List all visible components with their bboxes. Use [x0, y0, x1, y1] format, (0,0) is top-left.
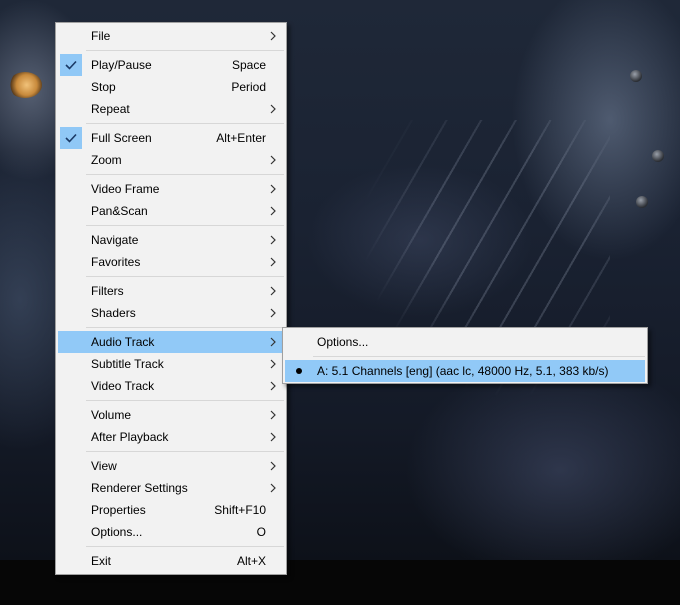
audio-track-submenu: Options... A: 5.1 Channels [eng] (aac lc…: [282, 327, 648, 384]
menu-separator: [86, 225, 284, 226]
audio-track-item[interactable]: A: 5.1 Channels [eng] (aac lc, 48000 Hz,…: [285, 360, 645, 382]
submenu-arrow-icon: [270, 461, 276, 471]
menu-item-navigate[interactable]: Navigate: [58, 229, 284, 251]
audio-options-item[interactable]: Options...: [285, 331, 645, 353]
menu-item-stop[interactable]: Stop Period: [58, 76, 284, 98]
menu-item-label: Navigate: [91, 233, 139, 247]
menu-separator: [86, 451, 284, 452]
menu-item-label: View: [91, 459, 117, 473]
checkmark-icon: [60, 54, 82, 76]
menu-item-volume[interactable]: Volume: [58, 404, 284, 426]
menu-item-label: Volume: [91, 408, 132, 422]
menu-item-label: After Playback: [91, 430, 169, 444]
submenu-arrow-icon: [270, 308, 276, 318]
menu-item-video-track[interactable]: Video Track: [58, 375, 284, 397]
menu-item-properties[interactable]: Properties Shift+F10: [58, 499, 284, 521]
menu-item-view[interactable]: View: [58, 455, 284, 477]
submenu-arrow-icon: [270, 184, 276, 194]
menu-item-play-pause[interactable]: Play/Pause Space: [58, 54, 284, 76]
menu-separator: [86, 174, 284, 175]
menu-item-shortcut: Period: [231, 80, 266, 94]
menu-item-label: Renderer Settings: [91, 481, 188, 495]
menu-item-file[interactable]: File: [58, 25, 284, 47]
menu-item-shaders[interactable]: Shaders: [58, 302, 284, 324]
video-bead: [652, 150, 664, 162]
submenu-arrow-icon: [270, 206, 276, 216]
menu-item-label: A: 5.1 Channels [eng] (aac lc, 48000 Hz,…: [317, 364, 609, 378]
submenu-arrow-icon: [270, 31, 276, 41]
video-eye-detail: [8, 72, 42, 98]
menu-item-label: Zoom: [91, 153, 122, 167]
submenu-arrow-icon: [270, 410, 276, 420]
menu-separator: [86, 123, 284, 124]
menu-item-zoom[interactable]: Zoom: [58, 149, 284, 171]
submenu-arrow-icon: [270, 155, 276, 165]
menu-item-shortcut: Space: [231, 58, 266, 72]
menu-item-label: Video Track: [91, 379, 155, 393]
submenu-arrow-icon: [270, 432, 276, 442]
menu-item-pan-scan[interactable]: Pan&Scan: [58, 200, 284, 222]
menu-item-label: Stop: [91, 80, 116, 94]
menu-item-label: Audio Track: [91, 335, 155, 349]
menu-item-label: Options...: [317, 335, 369, 349]
submenu-arrow-icon: [270, 359, 276, 369]
context-menu: File Play/Pause Space Stop Period Repeat…: [55, 22, 287, 575]
menu-separator: [86, 546, 284, 547]
menu-item-after-playback[interactable]: After Playback: [58, 426, 284, 448]
submenu-arrow-icon: [270, 381, 276, 391]
menu-item-label: Properties: [91, 503, 146, 517]
menu-item-subtitle-track[interactable]: Subtitle Track: [58, 353, 284, 375]
menu-separator: [86, 276, 284, 277]
menu-item-favorites[interactable]: Favorites: [58, 251, 284, 273]
submenu-arrow-icon: [270, 483, 276, 493]
submenu-arrow-icon: [270, 235, 276, 245]
menu-item-label: Filters: [91, 284, 124, 298]
menu-item-label: Full Screen: [91, 131, 152, 145]
menu-item-repeat[interactable]: Repeat: [58, 98, 284, 120]
submenu-arrow-icon: [270, 104, 276, 114]
menu-item-label: Favorites: [91, 255, 141, 269]
menu-item-label: Play/Pause: [91, 58, 152, 72]
menu-item-label: Options...: [91, 525, 143, 539]
menu-item-shortcut: O: [256, 525, 266, 539]
menu-item-shortcut: Alt+Enter: [216, 131, 266, 145]
menu-item-label: Shaders: [91, 306, 136, 320]
menu-item-label: Video Frame: [91, 182, 160, 196]
video-bead: [630, 70, 642, 82]
menu-item-label: File: [91, 29, 111, 43]
menu-item-renderer-settings[interactable]: Renderer Settings: [58, 477, 284, 499]
submenu-arrow-icon: [270, 257, 276, 267]
menu-separator: [313, 356, 645, 357]
checkmark-icon: [60, 127, 82, 149]
menu-item-label: Exit: [91, 554, 112, 568]
menu-separator: [86, 400, 284, 401]
video-bead: [636, 196, 648, 208]
menu-item-shortcut: Shift+F10: [214, 503, 266, 517]
menu-item-full-screen[interactable]: Full Screen Alt+Enter: [58, 127, 284, 149]
menu-item-shortcut: Alt+X: [236, 554, 266, 568]
menu-item-filters[interactable]: Filters: [58, 280, 284, 302]
radio-bullet-icon: [296, 368, 302, 374]
menu-item-label: Repeat: [91, 102, 130, 116]
submenu-arrow-icon: [270, 337, 276, 347]
menu-item-video-frame[interactable]: Video Frame: [58, 178, 284, 200]
menu-separator: [86, 327, 284, 328]
menu-separator: [86, 50, 284, 51]
menu-item-label: Pan&Scan: [91, 204, 148, 218]
submenu-arrow-icon: [270, 286, 276, 296]
menu-item-options[interactable]: Options... O: [58, 521, 284, 543]
menu-item-label: Subtitle Track: [91, 357, 164, 371]
menu-item-audio-track[interactable]: Audio Track: [58, 331, 284, 353]
menu-item-exit[interactable]: Exit Alt+X: [58, 550, 284, 572]
